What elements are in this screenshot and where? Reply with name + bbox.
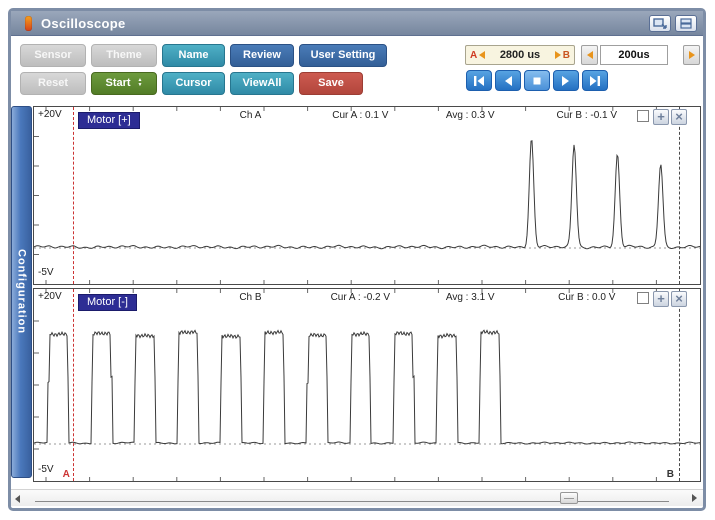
scale-bottom-label: -5V bbox=[38, 464, 54, 475]
ab-range-value: 2800 us bbox=[487, 49, 553, 61]
scope-panel-motor-minus: +20V Motor [-] Ch B Cur A : -0.2 V Avg :… bbox=[33, 288, 701, 482]
sidebar-tab-label: Configuration bbox=[16, 249, 28, 334]
cursor-b-readout: Cur B : 0.0 V bbox=[558, 292, 615, 303]
add-button[interactable]: + bbox=[653, 109, 669, 125]
spinner-updown-icon: ▲▼ bbox=[138, 78, 143, 88]
channel-checkbox[interactable] bbox=[637, 110, 649, 122]
scrollbar-left-arrow-icon[interactable] bbox=[15, 495, 20, 503]
scope-panel-motor-plus: +20V Motor [+] Ch A Cur A : 0.1 V Avg : … bbox=[33, 106, 701, 285]
oscilloscope-window: Oscilloscope Sensor Theme Name Review Us… bbox=[8, 8, 706, 511]
skip-start-button[interactable] bbox=[466, 70, 492, 91]
channel-label: Ch A bbox=[240, 110, 262, 121]
channel-badge: Motor [+] bbox=[78, 112, 140, 129]
sensor-button[interactable]: Sensor bbox=[20, 44, 86, 67]
waveform-channel-a bbox=[34, 107, 700, 284]
close-button[interactable]: × bbox=[671, 109, 687, 125]
step-back-icon bbox=[503, 76, 513, 86]
timebase-decrease-button[interactable] bbox=[581, 45, 598, 65]
cursor-b-marker: B bbox=[667, 469, 674, 480]
cursor-a-readout: Cur A : -0.2 V bbox=[331, 292, 390, 303]
save-button[interactable]: Save bbox=[299, 72, 363, 95]
play-button[interactable] bbox=[553, 70, 579, 91]
ab-range-control[interactable]: A 2800 us B bbox=[465, 45, 575, 65]
add-button[interactable]: + bbox=[653, 291, 669, 307]
start-button-label: Start bbox=[105, 77, 130, 89]
stacked-panels-icon bbox=[680, 18, 692, 29]
skip-end-icon bbox=[589, 76, 601, 86]
timebase-value[interactable]: 200us bbox=[600, 45, 668, 65]
plus-icon: + bbox=[657, 291, 665, 306]
theme-button[interactable]: Theme bbox=[91, 44, 157, 67]
cursor-a-line[interactable] bbox=[73, 289, 74, 481]
plus-icon: + bbox=[657, 109, 665, 124]
start-button[interactable]: Start ▲▼ bbox=[91, 72, 157, 95]
scrollbar-right-arrow-icon[interactable] bbox=[692, 494, 697, 502]
close-icon: × bbox=[675, 109, 683, 124]
name-button[interactable]: Name bbox=[162, 44, 225, 67]
horizontal-scrollbar[interactable] bbox=[11, 489, 703, 506]
cursor-b-readout: Cur B : -0.1 V bbox=[556, 110, 617, 121]
timebase-increase-button[interactable] bbox=[683, 45, 700, 65]
cursor-a-line[interactable] bbox=[73, 107, 74, 284]
b-right-triangle-icon bbox=[555, 51, 561, 59]
cursor-button[interactable]: Cursor bbox=[162, 72, 225, 95]
app-icon bbox=[25, 16, 32, 31]
sidebar-tab-configuration[interactable]: Configuration bbox=[11, 106, 32, 478]
review-button[interactable]: Review bbox=[230, 44, 294, 67]
titlebar: Oscilloscope bbox=[11, 11, 703, 36]
cursor-b-label: B bbox=[563, 50, 570, 61]
layout-button[interactable] bbox=[675, 15, 697, 32]
avg-readout: Avg : 0.3 V bbox=[446, 110, 495, 121]
viewall-button[interactable]: ViewAll bbox=[230, 72, 294, 95]
window-title: Oscilloscope bbox=[41, 16, 126, 31]
skip-start-icon bbox=[473, 76, 485, 86]
channel-checkbox[interactable] bbox=[637, 292, 649, 304]
export-view-button[interactable] bbox=[649, 15, 671, 32]
play-icon bbox=[561, 76, 571, 86]
waveform-channel-b bbox=[34, 289, 700, 481]
scale-top-label: +20V bbox=[38, 109, 62, 120]
cursor-a-label: A bbox=[470, 50, 477, 61]
close-icon: × bbox=[675, 291, 683, 306]
stop-button[interactable] bbox=[524, 70, 550, 91]
a-left-triangle-icon bbox=[479, 51, 485, 59]
screen-export-icon bbox=[653, 18, 667, 29]
cursor-a-marker: A bbox=[63, 469, 70, 480]
scale-top-label: +20V bbox=[38, 291, 62, 302]
scrollbar-thumb[interactable] bbox=[560, 492, 578, 504]
right-triangle-icon bbox=[689, 51, 695, 59]
scale-bottom-label: -5V bbox=[38, 267, 54, 278]
channel-label: Ch B bbox=[239, 292, 261, 303]
cursor-a-readout: Cur A : 0.1 V bbox=[332, 110, 388, 121]
user-setting-button[interactable]: User Setting bbox=[299, 44, 387, 67]
cursor-b-line[interactable] bbox=[679, 289, 680, 481]
channel-badge: Motor [-] bbox=[78, 294, 137, 311]
close-button[interactable]: × bbox=[671, 291, 687, 307]
step-back-button[interactable] bbox=[495, 70, 521, 91]
stop-icon bbox=[533, 77, 541, 85]
cursor-b-line[interactable] bbox=[679, 107, 680, 284]
avg-readout: Avg : 3.1 V bbox=[446, 292, 495, 303]
skip-end-button[interactable] bbox=[582, 70, 608, 91]
reset-button[interactable]: Reset bbox=[20, 72, 86, 95]
left-triangle-icon bbox=[587, 51, 593, 59]
